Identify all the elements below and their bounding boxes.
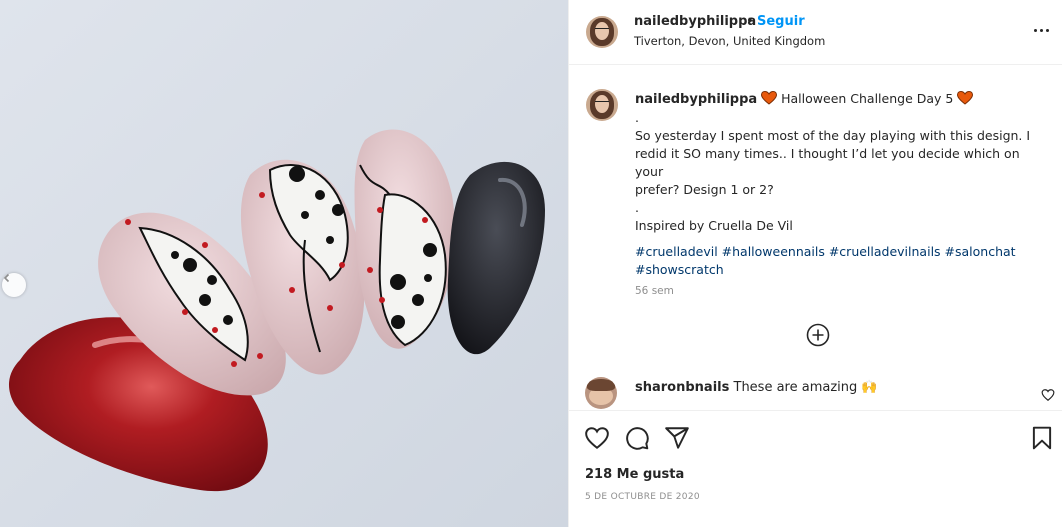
raised-hands-emoji: 🙌 — [861, 380, 878, 395]
caption-hashtags[interactable]: #cruelladevil #halloweennails #cruellade… — [635, 243, 1045, 261]
comments-area: nailedbyphilippa Halloween Challenge Day… — [569, 66, 1062, 410]
comment-item: sharonbnails These are amazing 🙌 — [569, 374, 1062, 410]
caption-username[interactable]: nailedbyphilippa — [635, 92, 757, 107]
comment-like-button[interactable] — [1041, 387, 1055, 401]
post-photo[interactable] — [0, 0, 568, 527]
chevron-left-icon — [3, 273, 10, 283]
comment-body: These are amazing — [733, 380, 858, 395]
caption-title: Halloween Challenge Day 5 — [781, 91, 954, 106]
post-location[interactable]: Tiverton, Devon, United Kingdom — [634, 34, 825, 48]
like-count[interactable]: 218 Me gusta — [585, 467, 684, 482]
like-button[interactable] — [584, 425, 612, 453]
author-username[interactable]: nailedbyphilippa — [634, 14, 756, 29]
save-button[interactable] — [1029, 425, 1057, 453]
post-caption: nailedbyphilippa Halloween Challenge Day… — [635, 90, 1045, 279]
caption-line: Inspired by Cruella De Vil — [635, 218, 793, 233]
caption-line: . — [635, 110, 639, 125]
more-options-button[interactable] — [1031, 22, 1051, 38]
caption-line: prefer? Design 1 or 2? — [635, 182, 774, 197]
caption-hashtags[interactable]: #showscratch — [635, 261, 1045, 279]
post-time-ago[interactable]: 56 sem — [635, 285, 674, 297]
caption-avatar[interactable] — [586, 89, 618, 121]
share-button[interactable] — [664, 425, 692, 453]
follow-button[interactable]: Seguir — [757, 14, 805, 29]
heart-outline-icon — [1041, 389, 1055, 401]
commenter-username[interactable]: sharonbnails — [635, 380, 729, 395]
comment-button[interactable] — [624, 425, 652, 453]
post-date[interactable]: 5 DE OCTUBRE DE 2020 — [585, 492, 700, 502]
post-actions: 218 Me gusta 5 DE OCTUBRE DE 2020 — [569, 410, 1062, 527]
previous-photo-button[interactable] — [2, 273, 26, 297]
post-details-panel: nailedbyphilippa • Seguir Tiverton, Devo… — [568, 0, 1062, 527]
more-dots-icon — [1033, 28, 1037, 32]
author-avatar[interactable] — [586, 16, 618, 48]
comment-text: sharonbnails These are amazing 🙌 — [635, 380, 878, 395]
comment-icon — [626, 427, 649, 450]
caption-line: . — [635, 200, 639, 215]
plus-circle-icon — [806, 323, 830, 347]
orange-heart-icon — [957, 91, 974, 105]
paper-plane-icon — [665, 427, 689, 449]
orange-heart-icon — [761, 91, 778, 105]
caption-line: redid it SO many times.. I thought I’d l… — [635, 146, 1020, 179]
heart-outline-icon — [585, 427, 609, 449]
nails-image — [0, 0, 568, 527]
caption-line: So yesterday I spent most of the day pla… — [635, 128, 1031, 143]
load-more-comments-button[interactable] — [806, 323, 830, 347]
post-header: nailedbyphilippa • Seguir Tiverton, Devo… — [569, 0, 1062, 65]
bookmark-icon — [1032, 426, 1052, 450]
separator-dot: • — [746, 14, 754, 29]
commenter-avatar[interactable] — [585, 377, 617, 409]
